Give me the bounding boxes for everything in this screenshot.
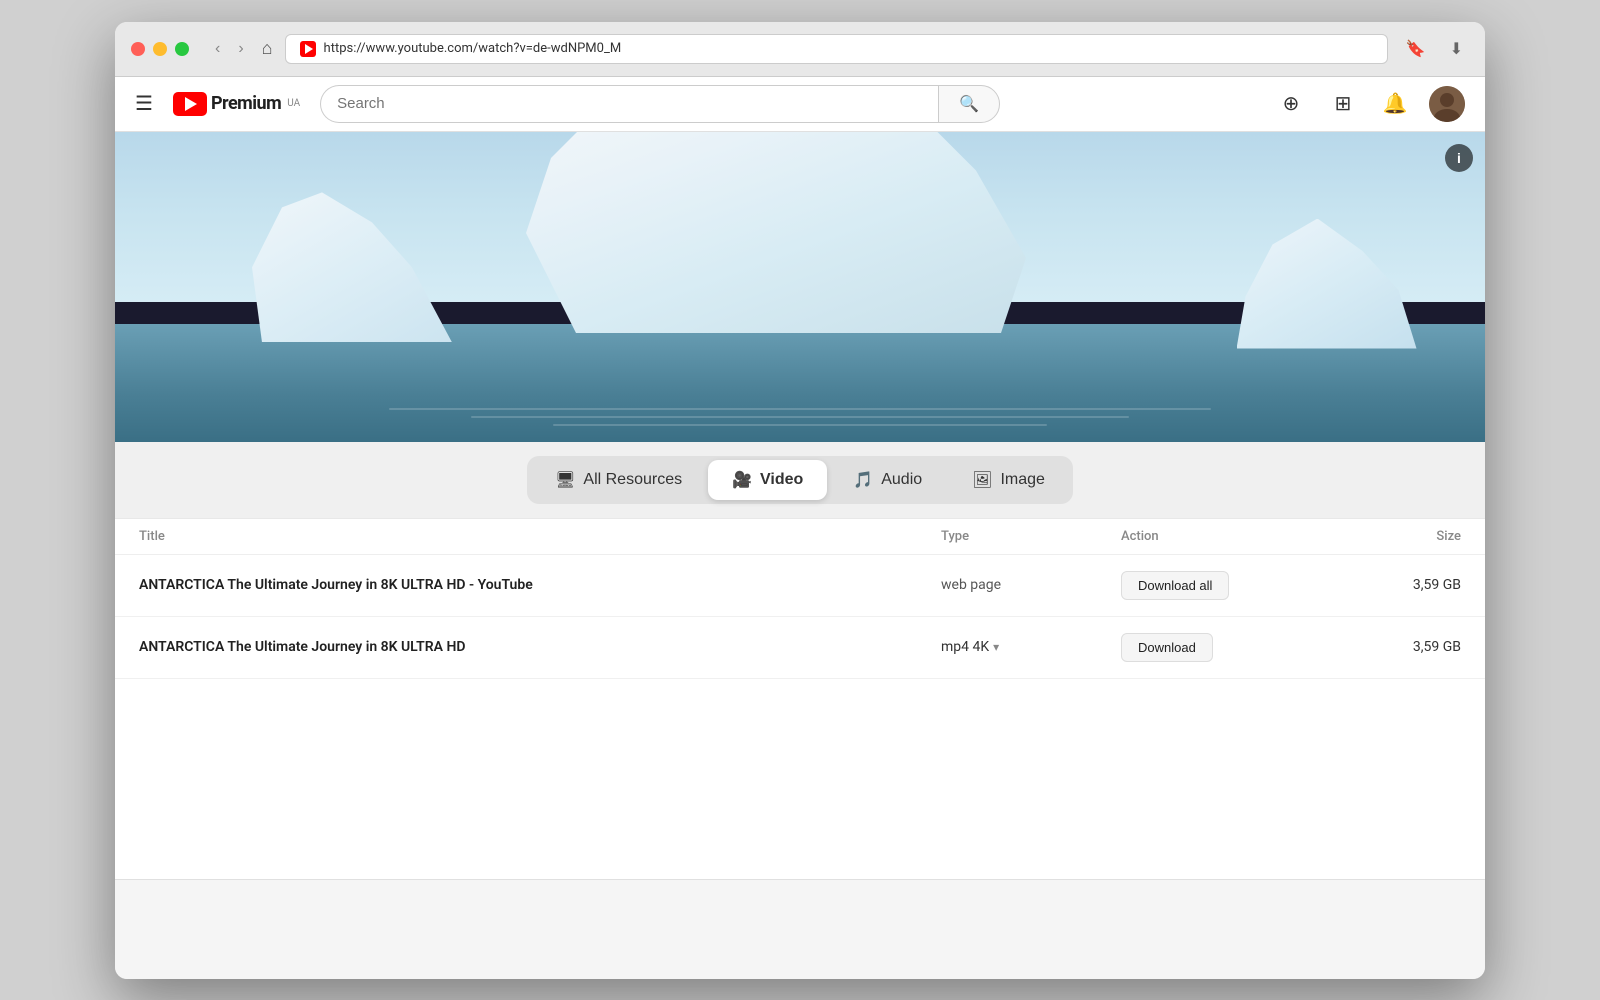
search-container: 🔍 bbox=[320, 85, 1000, 123]
tab-image-label: Image bbox=[1000, 471, 1044, 489]
audio-icon: 🎵 bbox=[853, 470, 873, 490]
bottom-section bbox=[115, 879, 1485, 979]
download-button[interactable]: Download bbox=[1121, 633, 1213, 662]
site-favicon bbox=[300, 41, 316, 57]
browser-window: ‹ › ⌂ https://www.youtube.com/watch?v=de… bbox=[115, 22, 1485, 979]
avatar[interactable] bbox=[1429, 86, 1465, 122]
row-2-type-selector[interactable]: mp4 4K ▾ bbox=[941, 639, 1121, 655]
tab-audio[interactable]: 🎵 Audio bbox=[829, 460, 946, 500]
row-1-size: 3,59 GB bbox=[1341, 577, 1461, 593]
info-button[interactable]: i bbox=[1445, 144, 1473, 172]
table-header: Title Type Action Size bbox=[115, 519, 1485, 555]
tab-audio-label: Audio bbox=[881, 471, 922, 489]
row-2-size: 3,59 GB bbox=[1341, 639, 1461, 655]
youtube-logo-text: Premium bbox=[211, 93, 281, 114]
row-1-type: web page bbox=[941, 577, 1121, 593]
video-player[interactable]: i bbox=[115, 132, 1485, 442]
search-button[interactable]: 🔍 bbox=[938, 85, 1000, 123]
iceberg-main bbox=[526, 132, 1026, 334]
tab-video-label: Video bbox=[760, 471, 803, 489]
tab-image[interactable]: 🖼 Image bbox=[948, 460, 1069, 500]
youtube-logo-icon bbox=[173, 92, 207, 116]
header-actions: ⊕ ⊞ 🔔 bbox=[1273, 86, 1465, 122]
col-title: Title bbox=[139, 529, 941, 544]
col-action: Action bbox=[1121, 529, 1341, 544]
row-1-title: ANTARCTICA The Ultimate Journey in 8K UL… bbox=[139, 577, 941, 593]
tab-all-resources-label: All Resources bbox=[583, 471, 682, 489]
menu-button[interactable]: ☰ bbox=[135, 91, 153, 116]
table-row: ANTARCTICA The Ultimate Journey in 8K UL… bbox=[115, 617, 1485, 679]
home-button[interactable]: ⌂ bbox=[262, 38, 273, 59]
maximize-button[interactable] bbox=[175, 42, 189, 56]
empty-area bbox=[115, 679, 1485, 879]
row-1-action: Download all bbox=[1121, 571, 1341, 600]
row-2-type-text: mp4 4K bbox=[941, 639, 989, 655]
all-resources-icon: 🖥 bbox=[555, 470, 575, 490]
col-type: Type bbox=[941, 529, 1121, 544]
youtube-header: ☰ Premium UA 🔍 ⊕ ⊞ 🔔 bbox=[115, 77, 1485, 132]
row-2-action: Download bbox=[1121, 633, 1341, 662]
address-bar[interactable]: https://www.youtube.com/watch?v=de-wdNPM… bbox=[285, 34, 1388, 64]
window-controls bbox=[131, 42, 189, 56]
nav-arrows: ‹ › bbox=[209, 38, 250, 60]
title-bar: ‹ › ⌂ https://www.youtube.com/watch?v=de… bbox=[115, 22, 1485, 77]
youtube-logo[interactable]: Premium UA bbox=[173, 92, 300, 116]
tab-video[interactable]: 🎥 Video bbox=[708, 460, 827, 500]
row-2-title: ANTARCTICA The Ultimate Journey in 8K UL… bbox=[139, 639, 941, 655]
image-icon: 🖼 bbox=[972, 470, 992, 490]
bookmark-button[interactable]: 🔖 bbox=[1400, 37, 1432, 61]
apps-button[interactable]: ⊞ bbox=[1325, 86, 1361, 122]
minimize-button[interactable] bbox=[153, 42, 167, 56]
table-row: ANTARCTICA The Ultimate Journey in 8K UL… bbox=[115, 555, 1485, 617]
forward-button[interactable]: › bbox=[232, 38, 249, 60]
notifications-button[interactable]: 🔔 bbox=[1377, 86, 1413, 122]
resource-table: Title Type Action Size ANTARCTICA The Ul… bbox=[115, 518, 1485, 679]
url-text: https://www.youtube.com/watch?v=de-wdNPM… bbox=[324, 41, 622, 56]
reflection-lines bbox=[389, 408, 1211, 426]
ua-badge: UA bbox=[287, 98, 300, 109]
close-button[interactable] bbox=[131, 42, 145, 56]
back-button[interactable]: ‹ bbox=[209, 38, 226, 60]
download-all-button[interactable]: Download all bbox=[1121, 571, 1229, 600]
create-button[interactable]: ⊕ bbox=[1273, 86, 1309, 122]
filter-tabs: 🖥 All Resources 🎥 Video 🎵 Audio 🖼 Image bbox=[527, 456, 1073, 504]
search-input[interactable] bbox=[320, 85, 938, 123]
col-size: Size bbox=[1341, 529, 1461, 544]
video-icon: 🎥 bbox=[732, 470, 752, 490]
tab-all-resources[interactable]: 🖥 All Resources bbox=[531, 460, 706, 500]
browser-download-button[interactable]: ⬇ bbox=[1444, 37, 1469, 61]
filter-bar: 🖥 All Resources 🎥 Video 🎵 Audio 🖼 Image bbox=[115, 442, 1485, 518]
chevron-down-icon[interactable]: ▾ bbox=[993, 640, 999, 654]
